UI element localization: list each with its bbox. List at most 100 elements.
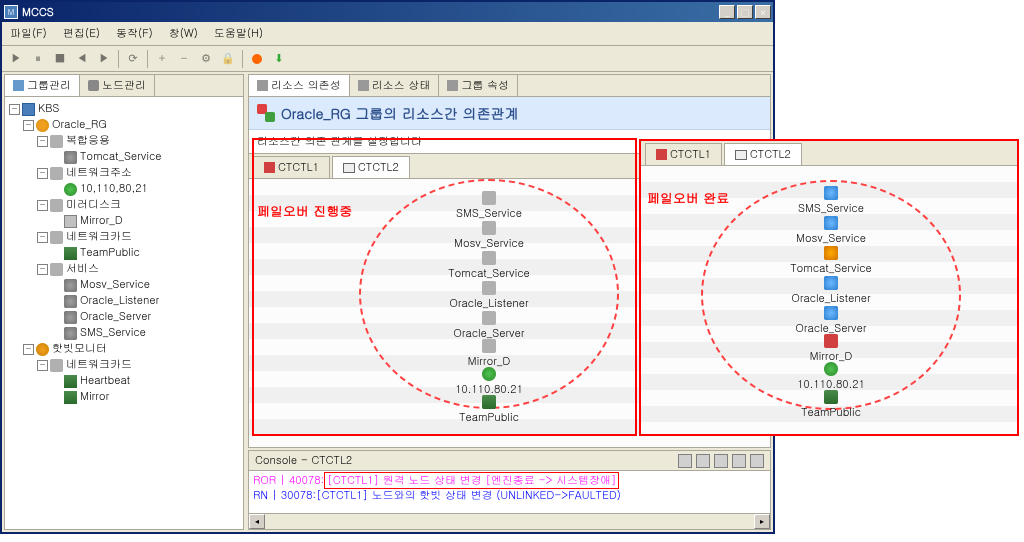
console-close-icon[interactable] — [750, 454, 764, 468]
console-save-icon[interactable] — [714, 454, 728, 468]
collapse-icon[interactable]: − — [37, 360, 48, 371]
scroll-right-icon[interactable]: ▸ — [754, 514, 770, 529]
service-icon — [64, 279, 77, 292]
card-icon — [64, 375, 77, 388]
tree-heartbeat[interactable]: Heartbeat — [9, 373, 239, 389]
tab-ctctl1[interactable]: CTCTL1 — [645, 143, 722, 165]
tree-composite[interactable]: −복합응용 — [9, 133, 239, 149]
console-copy-icon[interactable] — [696, 454, 710, 468]
tree-listener[interactable]: Oracle_Listener — [9, 293, 239, 309]
service-icon — [482, 281, 496, 295]
tree-netcard2[interactable]: −네트워크카드 — [9, 357, 239, 373]
overlay-panel-complete: CTCTL1 CTCTL2 페일오버 완료 SMS_Service Mosv_S… — [640, 140, 1018, 435]
tree-tomcat[interactable]: Tomcat_Service — [9, 149, 239, 165]
tab-props[interactable]: 그룹 속성 — [439, 75, 518, 96]
tree-netaddr[interactable]: −네트워크주소 — [9, 165, 239, 181]
res-mosv[interactable]: Mosv_Service — [429, 221, 549, 251]
next-icon[interactable]: ▶ — [94, 49, 114, 69]
menu-help[interactable]: 도움말(H) — [210, 24, 267, 43]
res-mirror-d[interactable]: Mirror_D — [429, 339, 549, 369]
tree-service[interactable]: −서비스 — [9, 261, 239, 277]
tree-mirror-d[interactable]: Mirror_D — [9, 213, 239, 229]
scroll-track[interactable] — [265, 514, 754, 529]
stop-icon[interactable]: ■ — [50, 49, 70, 69]
menu-file[interactable]: 파일(F) — [6, 24, 51, 43]
collapse-icon[interactable]: − — [23, 344, 34, 355]
pause-icon[interactable]: ⏸ — [28, 49, 48, 69]
close-button[interactable]: × — [755, 5, 771, 19]
res-teampublic[interactable]: TeamPublic — [429, 395, 549, 425]
tree-root[interactable]: −KBS — [9, 101, 239, 117]
add-icon[interactable]: ＋ — [152, 49, 172, 69]
tree-ip[interactable]: 10,110,80,21 — [9, 181, 239, 197]
collapse-icon[interactable]: − — [23, 120, 34, 131]
service-icon — [64, 295, 77, 308]
tree-mosv[interactable]: Mosv_Service — [9, 277, 239, 293]
tab-ctctl1[interactable]: CTCTL1 — [253, 156, 330, 178]
tab-label: 그룹관리 — [27, 78, 71, 93]
tree-heartbeat-mon[interactable]: −핫빗모니터 — [9, 341, 239, 357]
res-oracleserver[interactable]: Oracle_Server — [771, 306, 891, 336]
collapse-icon[interactable]: − — [37, 200, 48, 211]
tree-mirror[interactable]: Mirror — [9, 389, 239, 405]
remove-icon[interactable]: － — [174, 49, 194, 69]
collapse-icon[interactable]: − — [37, 136, 48, 147]
record-icon[interactable] — [247, 49, 267, 69]
collapse-icon[interactable]: − — [37, 232, 48, 243]
tab-state[interactable]: 리소스 상태 — [350, 75, 440, 96]
tab-dependency[interactable]: 리소스 의존성 — [249, 75, 350, 96]
prev-icon[interactable]: ◀ — [72, 49, 92, 69]
console-line-error: ROR | 40078:[CTCTL1] 원격 노드 상태 변경 [엔진종료 -… — [253, 473, 766, 488]
collapse-icon[interactable]: − — [37, 264, 48, 275]
tree-teampublic[interactable]: TeamPublic — [9, 245, 239, 261]
tab-group-mgmt[interactable]: 그룹관리 — [5, 75, 80, 96]
collapse-icon[interactable]: − — [37, 168, 48, 179]
play-icon[interactable]: ▶ — [6, 49, 26, 69]
res-mirror-d[interactable]: Mirror_D — [771, 334, 891, 364]
menu-window[interactable]: 창(W) — [165, 24, 202, 43]
res-listener[interactable]: Oracle_Listener — [771, 276, 891, 306]
res-mosv[interactable]: Mosv_Service — [771, 216, 891, 246]
config-icon[interactable]: ⚙ — [196, 49, 216, 69]
tree-sms[interactable]: SMS_Service — [9, 325, 239, 341]
card-icon — [482, 395, 496, 409]
tab-node-mgmt[interactable]: 노드관리 — [80, 75, 155, 96]
res-sms[interactable]: SMS_Service — [429, 191, 549, 221]
collapse-icon[interactable]: − — [9, 104, 20, 115]
tree-mirrordisk[interactable]: −미러디스크 — [9, 197, 239, 213]
scroll-left-icon[interactable]: ◂ — [249, 514, 265, 529]
console-panel: Console - CTCTL2 ROR | 40078:[CTCTL1] 원격… — [248, 450, 771, 530]
service-warning-icon — [824, 246, 838, 260]
console-pin-icon[interactable] — [732, 454, 746, 468]
titlebar: M MCCS _ □ × — [2, 2, 773, 22]
tab-ctctl2[interactable]: CTCTL2 — [332, 156, 410, 178]
refresh-icon[interactable]: ⟳ — [123, 49, 143, 69]
overlay-canvas[interactable]: 페일오버 완료 SMS_Service Mosv_Service Tomcat_… — [641, 166, 1017, 434]
tree-view[interactable]: −KBS −Oracle_RG −복합응용 Tomcat_Service −네트… — [5, 97, 243, 529]
left-panel: 그룹관리 노드관리 −KBS −Oracle_RG −복합응용 Tomcat_S… — [4, 74, 244, 530]
menu-action[interactable]: 동작(F) — [112, 24, 157, 43]
tree-oracle-rg[interactable]: −Oracle_RG — [9, 117, 239, 133]
menu-edit[interactable]: 편집(E) — [59, 24, 104, 43]
console-line-info: RN | 30078:[CTCTL1] 노드와의 핫빗 상태 변경 (UNLIN… — [253, 488, 766, 503]
res-tomcat[interactable]: Tomcat_Service — [429, 251, 549, 281]
console-body[interactable]: ROR | 40078:[CTCTL1] 원격 노드 상태 변경 [엔진종료 -… — [249, 471, 770, 513]
service-icon — [482, 311, 496, 325]
tab-ctctl2[interactable]: CTCTL2 — [724, 143, 802, 165]
res-listener[interactable]: Oracle_Listener — [429, 281, 549, 311]
minimize-button[interactable]: _ — [719, 5, 735, 19]
res-sms[interactable]: SMS_Service — [771, 186, 891, 216]
tab-label: 노드관리 — [102, 78, 146, 93]
tree-netcard[interactable]: −네트워크카드 — [9, 229, 239, 245]
res-oracleserver[interactable]: Oracle_Server — [429, 311, 549, 341]
tree-oracleserver[interactable]: Oracle_Server — [9, 309, 239, 325]
lock-icon[interactable]: 🔒 — [218, 49, 238, 69]
res-ip[interactable]: 10.110.80.21 — [771, 362, 891, 392]
res-tomcat[interactable]: Tomcat_Service — [771, 246, 891, 276]
console-clear-icon[interactable] — [678, 454, 692, 468]
online-icon[interactable]: ⬇ — [269, 49, 289, 69]
res-teampublic[interactable]: TeamPublic — [771, 390, 891, 420]
maximize-button[interactable]: □ — [737, 5, 753, 19]
console-scrollbar[interactable]: ◂ ▸ — [249, 513, 770, 529]
res-ip[interactable]: 10.110.80.21 — [429, 367, 549, 397]
